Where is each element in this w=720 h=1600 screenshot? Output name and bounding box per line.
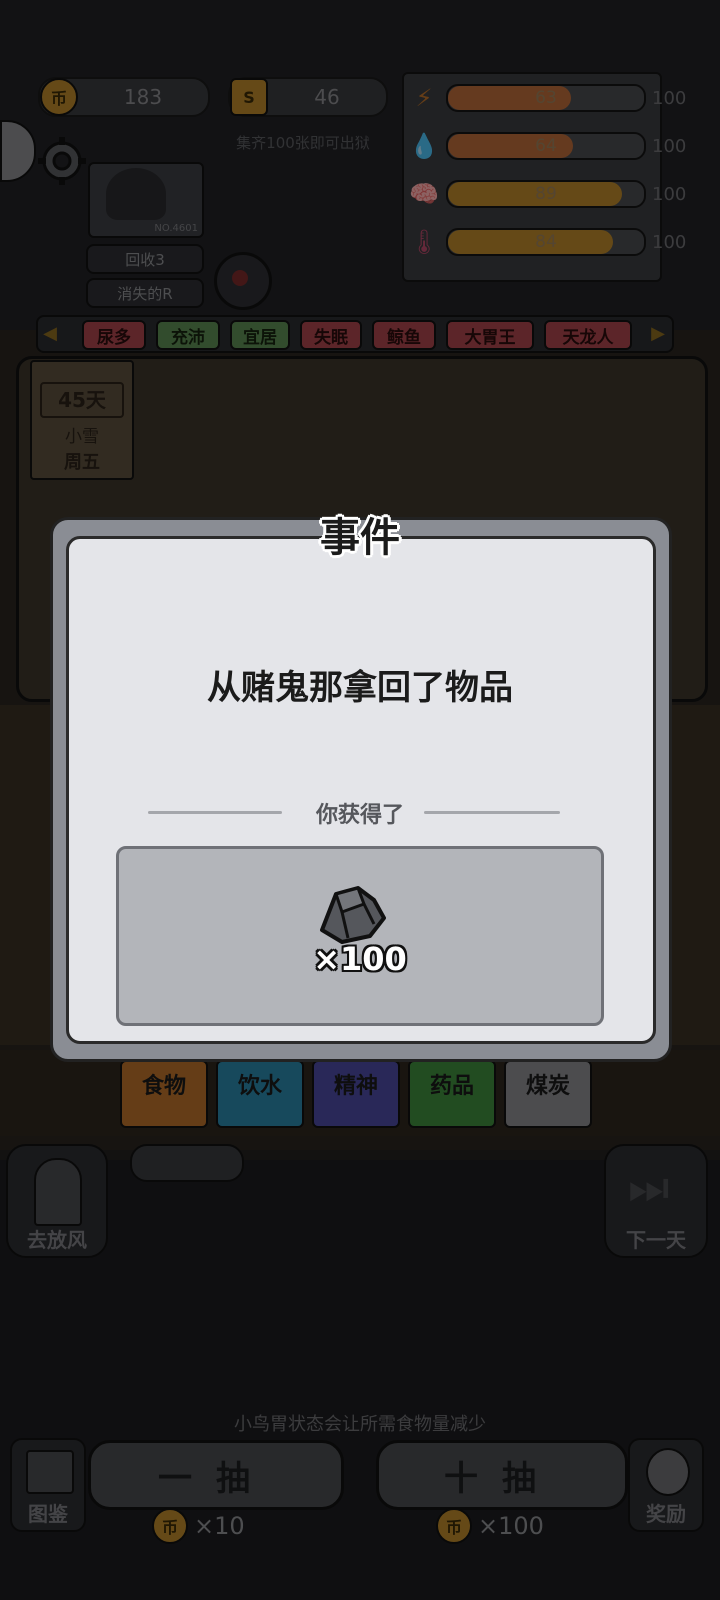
divider-left [148,811,282,814]
modal-title: 事件 [320,515,400,561]
divider-right [424,811,560,814]
event-message: 从赌鬼那拿回了物品 [207,668,513,708]
reward-quantity: ×100 [313,940,407,978]
reward-heading: 你获得了 [315,803,404,828]
